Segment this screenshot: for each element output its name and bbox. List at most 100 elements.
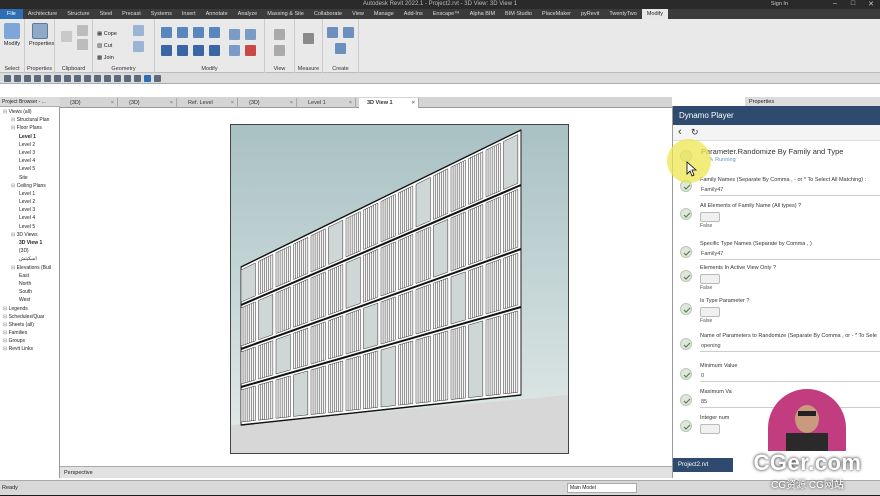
sync-icon[interactable]	[24, 74, 31, 82]
cut-icon[interactable]	[77, 25, 88, 36]
input-text-field[interactable]: 0	[700, 371, 880, 382]
geometry-tool-icon[interactable]	[133, 25, 144, 36]
menu-tab-placemaker[interactable]: PlaceMaker	[537, 9, 576, 19]
offset-icon[interactable]	[177, 27, 188, 38]
3d-view-viewport[interactable]	[230, 124, 569, 454]
menu-tab-massing-site[interactable]: Massing & Site	[262, 9, 309, 19]
undo-icon[interactable]	[34, 74, 41, 82]
view-tab[interactable]: {3D} ×	[121, 98, 177, 108]
measure-qat-icon[interactable]	[64, 74, 71, 82]
view-tab[interactable]: {3D} ×	[241, 98, 297, 108]
geometry-tool-icon-2[interactable]	[133, 41, 144, 52]
align-icon[interactable]	[161, 27, 172, 38]
browser-node[interactable]: ⊟ 3D Views	[0, 231, 60, 239]
menu-tab-steel[interactable]: Steel	[95, 9, 118, 19]
menu-tab-view[interactable]: View	[347, 9, 369, 19]
close-tab-icon[interactable]: ×	[170, 98, 173, 108]
menu-tab-insert[interactable]: Insert	[177, 9, 201, 19]
close-hidden-icon[interactable]	[134, 74, 141, 82]
menu-tab-alpha-bim[interactable]: Alpha BIM	[465, 9, 500, 19]
dimension-icon[interactable]	[74, 74, 81, 82]
view-tab[interactable]: {3D} ×	[62, 98, 118, 108]
customize-icon[interactable]	[154, 74, 161, 82]
browser-node[interactable]: ⊟ Schedules/Quar	[0, 313, 60, 321]
menu-tab-collaborate[interactable]: Collaborate	[309, 9, 347, 19]
thin-lines-icon[interactable]	[124, 74, 131, 82]
menu-tab-add-ins[interactable]: Add-Ins	[399, 9, 428, 19]
cope-button[interactable]: ▦ Cope	[97, 31, 117, 37]
browser-node[interactable]: ⊟ Groups	[0, 337, 60, 345]
back-icon[interactable]: ‹	[678, 126, 682, 138]
close-tab-icon[interactable]: ×	[412, 98, 415, 108]
browser-node[interactable]: Level 1	[0, 133, 60, 141]
redo-icon[interactable]	[44, 74, 51, 82]
browser-node[interactable]: ⊟ Sheets (all)	[0, 321, 60, 329]
browser-node[interactable]: Level 4	[0, 157, 60, 165]
menu-tab-precast[interactable]: Precast	[117, 9, 146, 19]
browser-node[interactable]: ⊟ Revit Links	[0, 345, 60, 353]
mirror-icon[interactable]	[193, 27, 204, 38]
hide-icon[interactable]	[274, 29, 285, 40]
browser-node[interactable]: Level 5	[0, 223, 60, 231]
browser-node[interactable]: Site	[0, 174, 60, 182]
browser-node[interactable]: South	[0, 288, 60, 296]
input-text-field[interactable]: Family47	[700, 185, 880, 196]
input-toggle[interactable]	[700, 274, 720, 284]
browser-node[interactable]: {3D}	[0, 247, 60, 255]
cut-geometry-button[interactable]: ▧ Cut	[97, 43, 112, 49]
browser-node[interactable]: Level 5	[0, 165, 60, 173]
create-group-icon[interactable]	[335, 43, 346, 54]
input-toggle[interactable]	[700, 424, 720, 434]
menu-tab-twentytwo[interactable]: TwentyTwo	[604, 9, 642, 19]
browser-node[interactable]: ⊟ Ceiling Plans	[0, 182, 60, 190]
sign-in-link[interactable]: Sign In	[771, 1, 788, 7]
browser-node[interactable]: اسكيتش	[0, 255, 60, 263]
browser-node[interactable]: ⊟ Floor Plans	[0, 124, 60, 132]
override-icon[interactable]	[274, 45, 285, 56]
switch-windows-icon[interactable]	[144, 74, 151, 82]
trim-icon[interactable]	[209, 45, 220, 56]
save-icon[interactable]	[14, 74, 21, 82]
view-tab[interactable]: Ref. Level ×	[180, 98, 238, 108]
copy-element-icon[interactable]	[177, 45, 188, 56]
menu-tab-bim-studio[interactable]: BIM Studio	[500, 9, 537, 19]
rotate-icon[interactable]	[193, 45, 204, 56]
array-icon[interactable]	[245, 29, 256, 40]
browser-node[interactable]: Level 1	[0, 190, 60, 198]
scale-icon[interactable]	[229, 45, 240, 56]
copy-icon[interactable]	[77, 39, 88, 50]
browser-node[interactable]: ⊟ Families	[0, 329, 60, 337]
close-icon[interactable]: ✕	[862, 0, 880, 9]
view-tab[interactable]: Level 1 ×	[300, 98, 356, 108]
input-text-field[interactable]: opening	[700, 341, 880, 352]
browser-node[interactable]: East	[0, 272, 60, 280]
group-label-select[interactable]: Select	[0, 66, 24, 72]
minimize-icon[interactable]: –	[826, 0, 844, 9]
modify-button[interactable]: Modify	[1, 23, 23, 55]
browser-node[interactable]: West	[0, 296, 60, 304]
close-tab-icon[interactable]: ×	[349, 98, 352, 108]
mirror-draw-icon[interactable]	[209, 27, 220, 38]
view-canvas[interactable]	[60, 109, 672, 466]
view-tab[interactable]: 3D View 1 ×	[359, 98, 419, 108]
maximize-icon[interactable]: □	[844, 0, 862, 9]
menu-tab-systems[interactable]: Systems	[146, 9, 177, 19]
tag-icon[interactable]	[84, 74, 91, 82]
menu-tab-architecture[interactable]: Architecture	[23, 9, 62, 19]
split-icon[interactable]	[229, 29, 240, 40]
open-icon[interactable]	[4, 74, 11, 82]
browser-node[interactable]: Level 3	[0, 206, 60, 214]
menu-tab-modify[interactable]: Modify	[641, 9, 669, 19]
paste-icon[interactable]	[61, 31, 72, 42]
browser-node[interactable]: Level 2	[0, 198, 60, 206]
join-button[interactable]: ▩ Join	[97, 55, 114, 61]
browser-node[interactable]: 3D View 1	[0, 239, 60, 247]
section-icon[interactable]	[114, 74, 121, 82]
menu-tab-structure[interactable]: Structure	[62, 9, 94, 19]
move-icon[interactable]	[161, 45, 172, 56]
3d-view-icon[interactable]	[104, 74, 111, 82]
browser-node[interactable]: Level 2	[0, 141, 60, 149]
close-tab-icon[interactable]: ×	[290, 98, 293, 108]
menu-tab-file[interactable]: File	[0, 9, 23, 19]
measure-icon[interactable]	[303, 33, 314, 44]
